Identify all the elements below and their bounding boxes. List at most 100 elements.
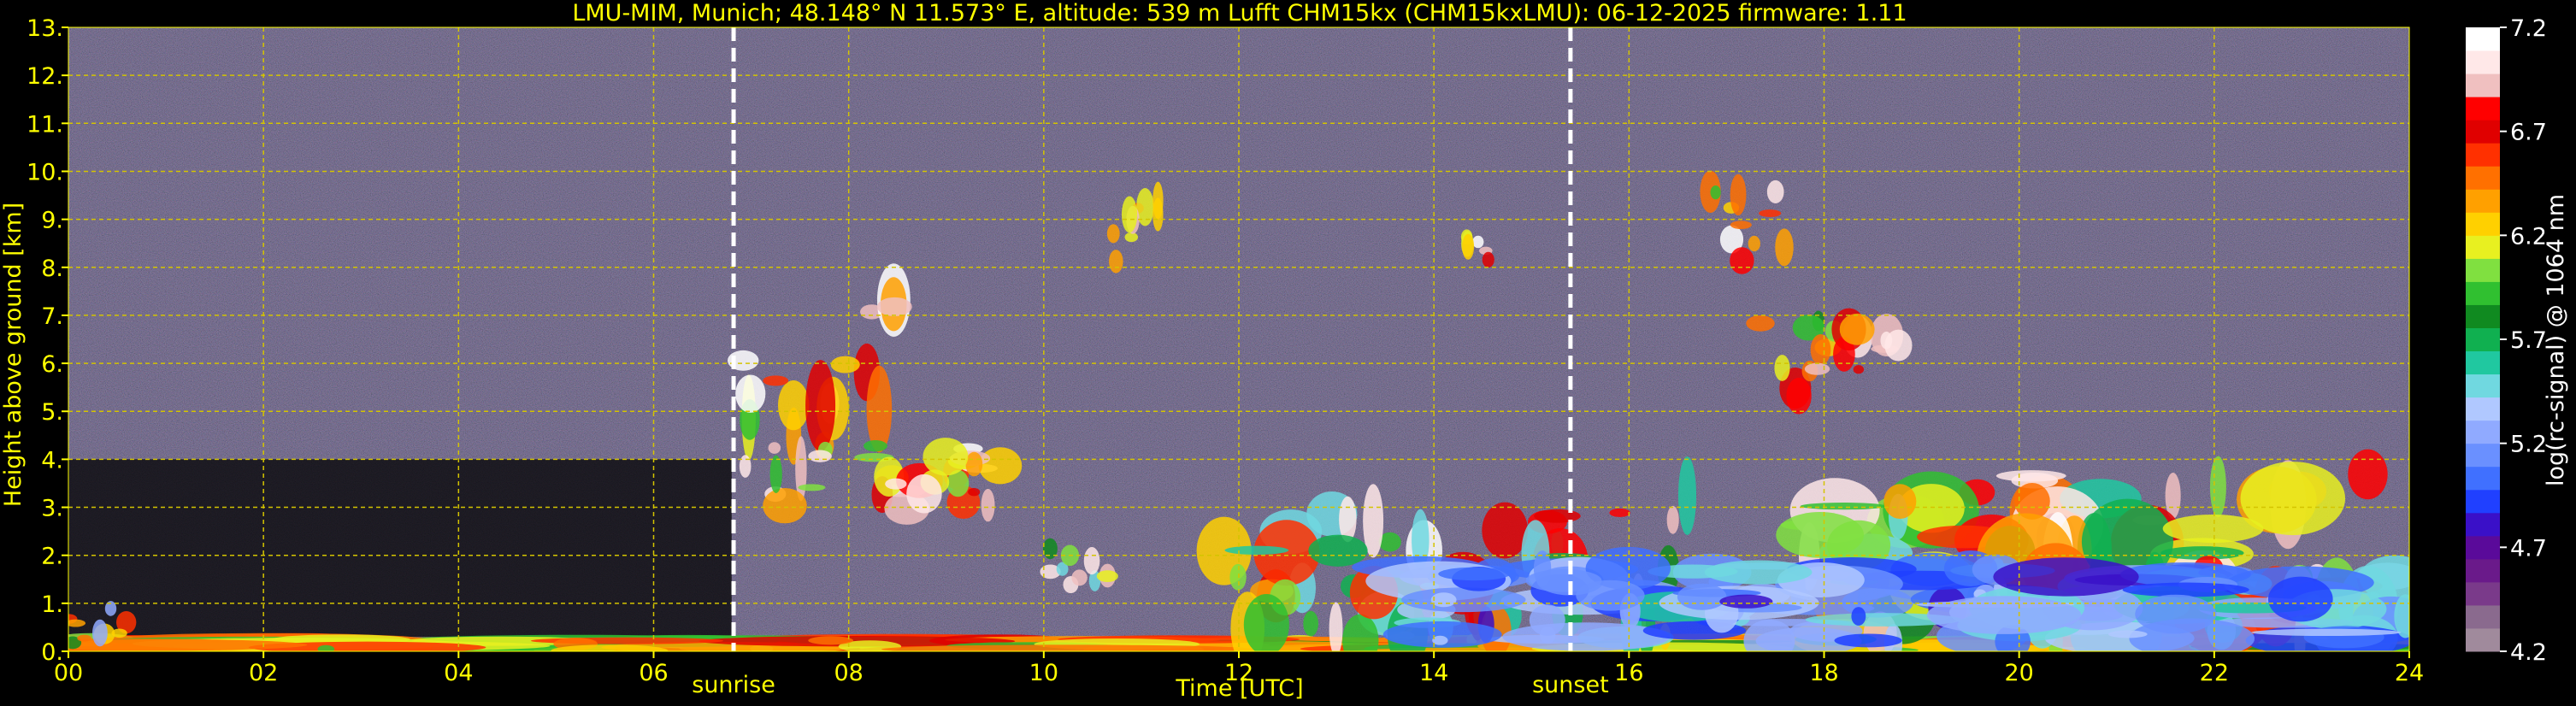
signal-blob [1243,594,1289,651]
signal-blob [1303,610,1319,637]
y-tick-label: 11. [27,111,63,138]
signal-blob [1804,362,1830,375]
y-tick-label: 12. [27,63,63,90]
colorbar-tick-label: 6.2 [2510,223,2547,250]
colorbar-swatch [2466,489,2500,514]
signal-blob [863,440,887,452]
signal-blob [1730,174,1747,216]
signal-blob [885,478,907,490]
colorbar-swatch [2466,27,2500,51]
x-tick-label: 12 [1224,660,1253,686]
x-tick-label: 02 [249,660,278,686]
signal-blob [1071,569,1088,586]
signal-blob [1853,365,1865,374]
signal-blob [1224,545,1289,555]
y-tick-label: 1. [41,591,63,618]
signal-blob [1525,568,1602,592]
signal-blob [876,297,912,316]
signal-blob [1851,607,1866,626]
signal-blob [1401,587,1526,613]
colorbar-swatch [2466,74,2500,97]
x-tick-label: 04 [444,660,473,686]
signal-blob [763,375,789,386]
signal-blob [1704,560,1813,585]
signal-blob [1529,604,1565,636]
x-tick-label: 10 [1029,660,1058,686]
signal-blob [981,488,995,522]
y-tick-label: 13. [27,15,63,42]
signal-blob [1438,567,1511,581]
y-tick-label: 9. [41,208,63,234]
colorbar-swatch [2466,97,2500,121]
y-tick-label: 0. [41,639,63,666]
signal-blob [2209,456,2226,518]
x-tick-labels: 00 02 04 06 08 10 12 14 16 18 20 22 24 [54,651,2424,686]
signal-blob [1993,557,2139,597]
colorbar-tick-label: 4.2 [2510,639,2547,666]
signal-blob [1430,592,1457,608]
signal-blob [763,487,807,524]
signal-blob [1710,185,1721,200]
colorbar-swatch [2466,143,2500,167]
signal-blob [1666,505,1679,534]
y-tick-label: 7. [41,303,63,330]
quiet-zone [68,459,732,638]
signal-blob [2122,582,2249,597]
signal-blob [1534,509,1581,523]
colorbar-tick-label: 5.2 [2510,432,2547,458]
x-tick-label: 08 [834,660,863,686]
colorbar-swatch [2466,627,2500,652]
y-tick-label: 5. [41,399,63,426]
x-tick-label: 14 [1419,660,1448,686]
colorbar-tick-label: 7.2 [2510,15,2547,42]
signal-blob [830,356,860,374]
signal-blob [968,487,981,497]
signal-blob [1121,196,1138,233]
signal-blob [978,447,1023,485]
colorbar-swatch [2466,120,2500,144]
y-axis-label: Height above ground [km] [0,203,27,507]
y-tick-label: 6. [41,351,63,378]
signal-blob [1743,619,1795,651]
signal-blob [965,451,983,477]
colorbar-swatch [2466,281,2500,305]
signal-blob [1839,313,1875,345]
signal-blob [805,360,836,451]
plot-area [68,27,2409,651]
colorbar-swatch [2466,397,2500,421]
chart-title: LMU-MIM, Munich; 48.148° N 11.573° E, al… [572,0,1907,26]
y-tick-labels: 0. 1. 2. 3. 4. 5. 6. 7. 8. 9. 10. 11. 12. 13. [27,15,68,666]
signal-blob [1229,563,1247,591]
colorbar-tick-label: 4.7 [2510,535,2547,562]
y-tick-label: 2. [41,544,63,570]
colorbar-swatch [2466,420,2500,444]
colorbar-tick-label: 5.7 [2510,327,2547,354]
signal-blob [777,379,810,431]
signal-blob [1502,622,1671,651]
signal-blob [1677,583,1727,610]
signal-blob [769,455,782,493]
colorbar-swatch [2466,535,2500,560]
signal-blob [739,455,752,478]
signal-blob [1432,635,1448,645]
x-tick-label: 16 [1614,660,1643,686]
signal-blob [1083,546,1100,575]
signal-blob [1786,377,1812,415]
signal-blob [1774,355,1790,381]
colorbar-tick-label: 6.7 [2510,120,2547,146]
colorbar-label: log(rc-signal) @ 1064 nm [2543,194,2569,486]
colorbar: 4.2 4.7 5.2 5.7 6.2 6.7 7.2 [2466,15,2547,666]
colorbar-swatch [2466,327,2500,352]
y-tick-label: 3. [41,496,63,522]
signal-blob [1609,508,1630,517]
colorbar-swatch [2466,512,2500,537]
x-tick-label: 24 [2395,660,2424,686]
signal-blob [1883,484,1917,519]
signal-blob [866,365,893,453]
signal-blob [923,438,969,476]
signal-blob [1800,503,1887,510]
signal-blob [1775,228,1794,267]
signal-blob [1308,534,1368,567]
colorbar-swatch [2466,604,2500,629]
signal-blob [77,634,91,642]
